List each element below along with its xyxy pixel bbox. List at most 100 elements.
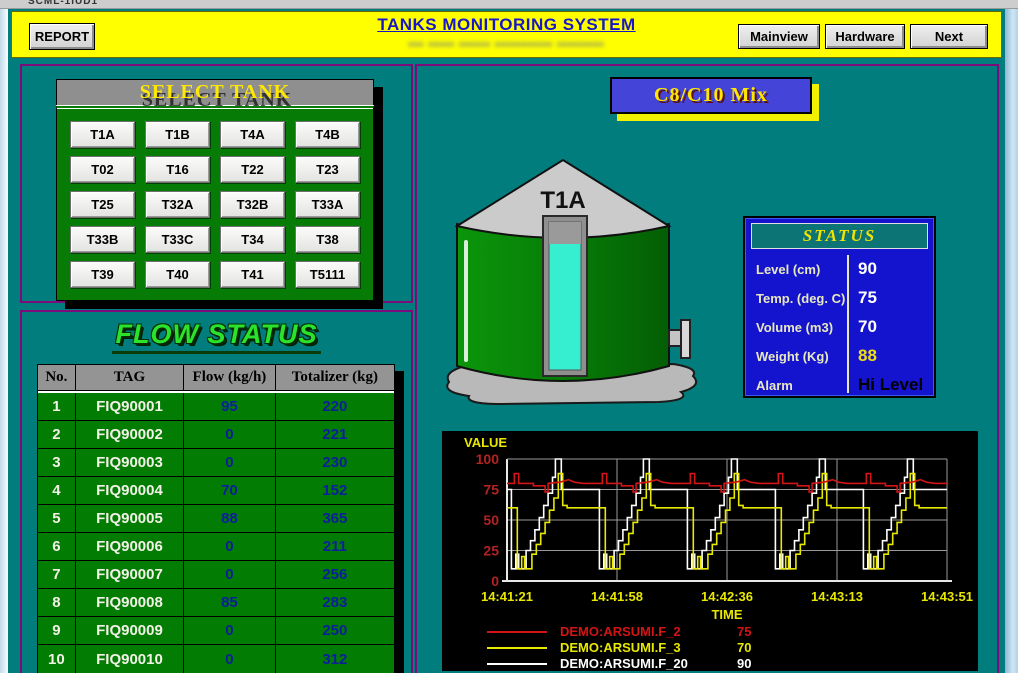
tank-button-T1A[interactable]: T1A — [70, 121, 135, 148]
table-cell: FIQ90009 — [76, 617, 184, 645]
svg-text:50: 50 — [483, 512, 499, 528]
tank-button-T02[interactable]: T02 — [70, 156, 135, 183]
table-cell: 365 — [276, 505, 394, 533]
tank-button-T38[interactable]: T38 — [295, 226, 360, 253]
table-row: 7FIQ900070256 — [38, 561, 394, 589]
table-cell: 95 — [184, 393, 275, 421]
mainview-button[interactable]: Mainview — [738, 24, 820, 49]
window-title-fragment: SCML-1IUD1 — [28, 0, 98, 7]
status-value: 88 — [858, 346, 877, 366]
svg-text:0: 0 — [491, 573, 499, 589]
product-label: C8/C10 Mix — [610, 77, 812, 114]
table-cell: 1 — [38, 393, 76, 421]
table-cell: 85 — [184, 589, 275, 617]
hardware-button[interactable]: Hardware — [825, 24, 905, 49]
tank-graphic: T1A — [435, 154, 727, 410]
tank-button-T32B[interactable]: T32B — [220, 191, 285, 218]
scada-main-view: REPORT TANKS MONITORING SYSTEM ▪▪▪ ▪▪▪▪▪… — [8, 9, 1005, 673]
column-header: Flow (kg/h) — [184, 365, 275, 391]
tank-button-T22[interactable]: T22 — [220, 156, 285, 183]
status-title: STATUS — [803, 226, 876, 245]
status-row: Temp. (deg. C) 75 — [745, 284, 934, 313]
tank-button-T4A[interactable]: T4A — [220, 121, 285, 148]
tank-button-T1B[interactable]: T1B — [145, 121, 210, 148]
table-cell: 283 — [276, 589, 394, 617]
tank-button-T4B[interactable]: T4B — [295, 121, 360, 148]
svg-text:TIME: TIME — [711, 607, 742, 622]
nav-button-group: Mainview Hardware Next — [738, 24, 988, 49]
tank-button-T25[interactable]: T25 — [70, 191, 135, 218]
table-cell: 230 — [276, 449, 394, 477]
status-label: Weight (Kg) — [756, 349, 829, 364]
table-cell: 2 — [38, 421, 76, 449]
flow-status-title: FLOW STATUS — [112, 319, 322, 354]
table-cell: 88 — [184, 505, 275, 533]
table-cell: 3 — [38, 449, 76, 477]
select-tank-panel: SELECT TANK T1A T1B T4A T4B T02 T16 T22 T23 T25 T… — [56, 79, 374, 301]
table-cell: 6 — [38, 533, 76, 561]
tank-button-T33A[interactable]: T33A — [295, 191, 360, 218]
table-row: 6FIQ900060211 — [38, 533, 394, 561]
status-label: Alarm — [756, 378, 793, 393]
table-cell: FIQ90003 — [76, 449, 184, 477]
table-cell: 221 — [276, 421, 394, 449]
sight-glass-vapor — [549, 222, 581, 244]
window-left-edge — [0, 9, 8, 673]
svg-text:14:43:51: 14:43:51 — [921, 589, 973, 604]
tank-button-T40[interactable]: T40 — [145, 261, 210, 288]
table-cell: 70 — [184, 477, 275, 505]
tank-button-T33C[interactable]: T33C — [145, 226, 210, 253]
table-cell: 8 — [38, 589, 76, 617]
table-cell: 4 — [38, 477, 76, 505]
window-titlebar: SCML-1IUD1 — [0, 0, 1018, 9]
table-cell: 9 — [38, 617, 76, 645]
select-tank-title: SELECT TANK — [140, 81, 291, 103]
app-window: SCML-1IUD1 REPORT TANKS MONITORING SYSTE… — [0, 0, 1018, 673]
tank-button-T41[interactable]: T41 — [220, 261, 285, 288]
flow-status-table: No.TAGFlow (kg/h)Totalizer (kg)1FIQ90001… — [37, 364, 395, 673]
status-label: Temp. (deg. C) — [756, 291, 845, 306]
tank-button-T33B[interactable]: T33B — [70, 226, 135, 253]
status-row: Alarm Hi Level — [745, 371, 934, 400]
tank-nozzle-flange — [681, 320, 690, 358]
tank-button-T32A[interactable]: T32A — [145, 191, 210, 218]
table-cell: 250 — [276, 617, 394, 645]
svg-text:25: 25 — [483, 543, 499, 559]
column-header: Totalizer (kg) — [276, 365, 394, 391]
table-row: 1FIQ9000195220 — [38, 393, 394, 421]
tank-button-T16[interactable]: T16 — [145, 156, 210, 183]
svg-text:DEMO:ARSUMI.F_3: DEMO:ARSUMI.F_3 — [560, 640, 681, 655]
tank-button-T5111[interactable]: T5111 — [295, 261, 360, 288]
table-cell: 10 — [38, 645, 76, 673]
status-row: Weight (Kg) 88 — [745, 342, 934, 371]
table-cell: FIQ90010 — [76, 645, 184, 673]
table-cell: 256 — [276, 561, 394, 589]
next-button[interactable]: Next — [910, 24, 988, 49]
table-cell: FIQ90005 — [76, 505, 184, 533]
status-label: Volume (m3) — [756, 320, 833, 335]
status-value: 75 — [858, 288, 877, 308]
tank-button-T23[interactable]: T23 — [295, 156, 360, 183]
status-row: Volume (m3)70 — [745, 313, 934, 342]
table-cell: 312 — [276, 645, 394, 673]
tank-button-T34[interactable]: T34 — [220, 226, 285, 253]
tank-button-T39[interactable]: T39 — [70, 261, 135, 288]
table-cell: 5 — [38, 505, 76, 533]
table-cell: 211 — [276, 533, 394, 561]
status-row: Level (cm)90 — [745, 255, 934, 284]
status-label: Level (cm) — [756, 262, 820, 277]
table-row: 4FIQ9000470152 — [38, 477, 394, 505]
svg-text:75: 75 — [483, 482, 499, 498]
table-row: 2FIQ900020221 — [38, 421, 394, 449]
status-panel: STATUS Level (cm)90 Temp. (deg. C) 75 Volum… — [743, 216, 936, 398]
table-cell: 0 — [184, 449, 275, 477]
window-right-edge — [1005, 9, 1018, 673]
svg-text:14:41:21: 14:41:21 — [481, 589, 533, 604]
tank-name-label: T1A — [540, 187, 585, 214]
svg-text:DEMO:ARSUMI.F_2: DEMO:ARSUMI.F_2 — [560, 624, 681, 639]
table-cell: FIQ90001 — [76, 393, 184, 421]
status-value: Hi Level — [858, 375, 923, 395]
status-rows: Level (cm)90 Temp. (deg. C) 75 Volume (m3)7… — [745, 251, 934, 400]
table-cell: 0 — [184, 533, 275, 561]
svg-text:14:41:58: 14:41:58 — [591, 589, 643, 604]
